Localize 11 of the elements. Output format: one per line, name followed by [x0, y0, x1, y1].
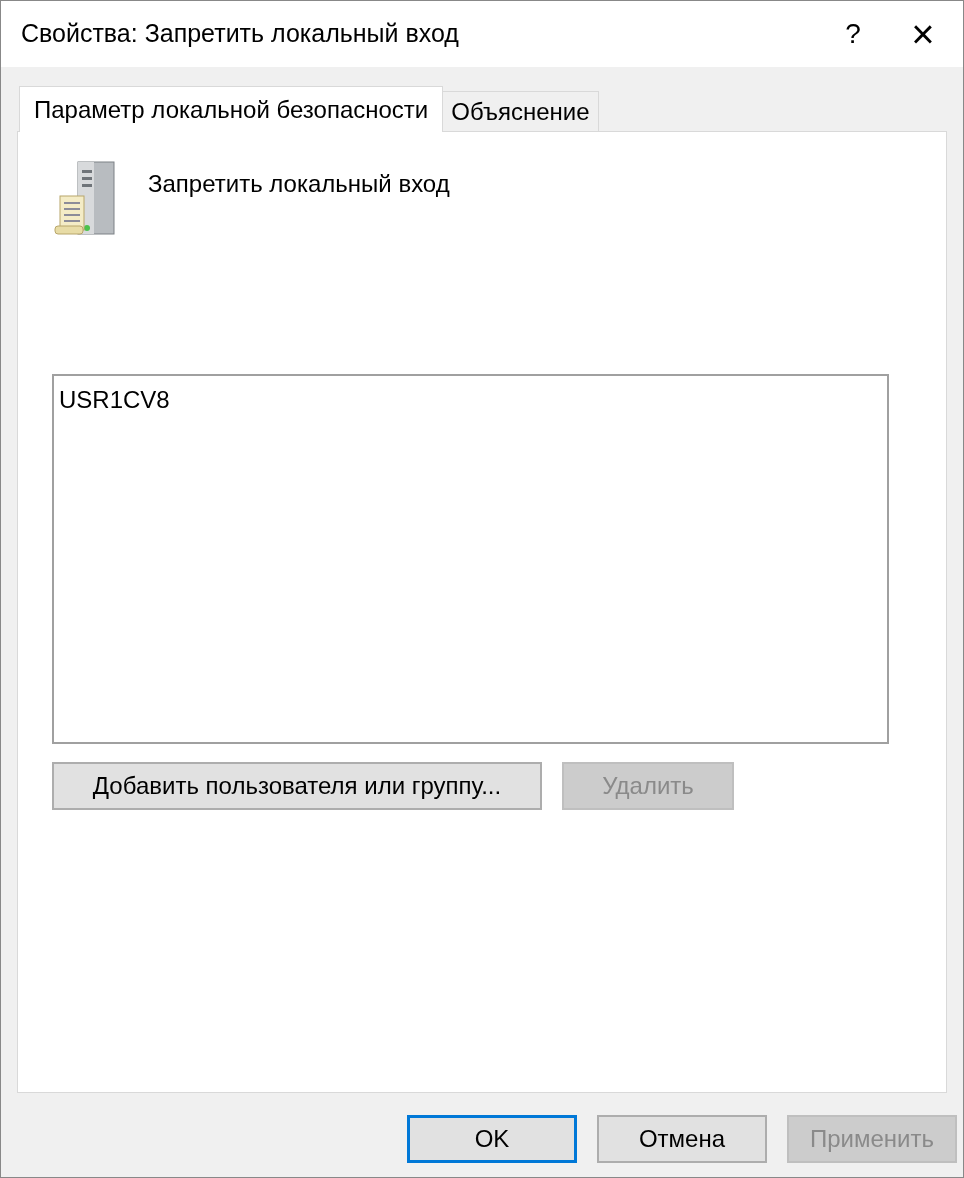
dialog-button[interactable]: Добавить пользователя или группу...	[52, 762, 542, 810]
tab[interactable]: Параметр локальной безопасности	[19, 86, 444, 132]
server-policy-icon	[52, 160, 118, 238]
help-button[interactable]: ?	[823, 13, 883, 55]
dialog-button[interactable]: OK	[407, 1115, 577, 1163]
list-item[interactable]: USR1CV8	[58, 382, 171, 418]
tab[interactable]: Объяснение	[443, 91, 599, 131]
window-title: Свойства: Запретить локальный вход	[21, 18, 460, 50]
dialog-button[interactable]: Отмена	[597, 1115, 767, 1163]
policy-name: Запретить локальный вход	[148, 169, 450, 199]
close-button[interactable]: ×	[883, 14, 963, 54]
